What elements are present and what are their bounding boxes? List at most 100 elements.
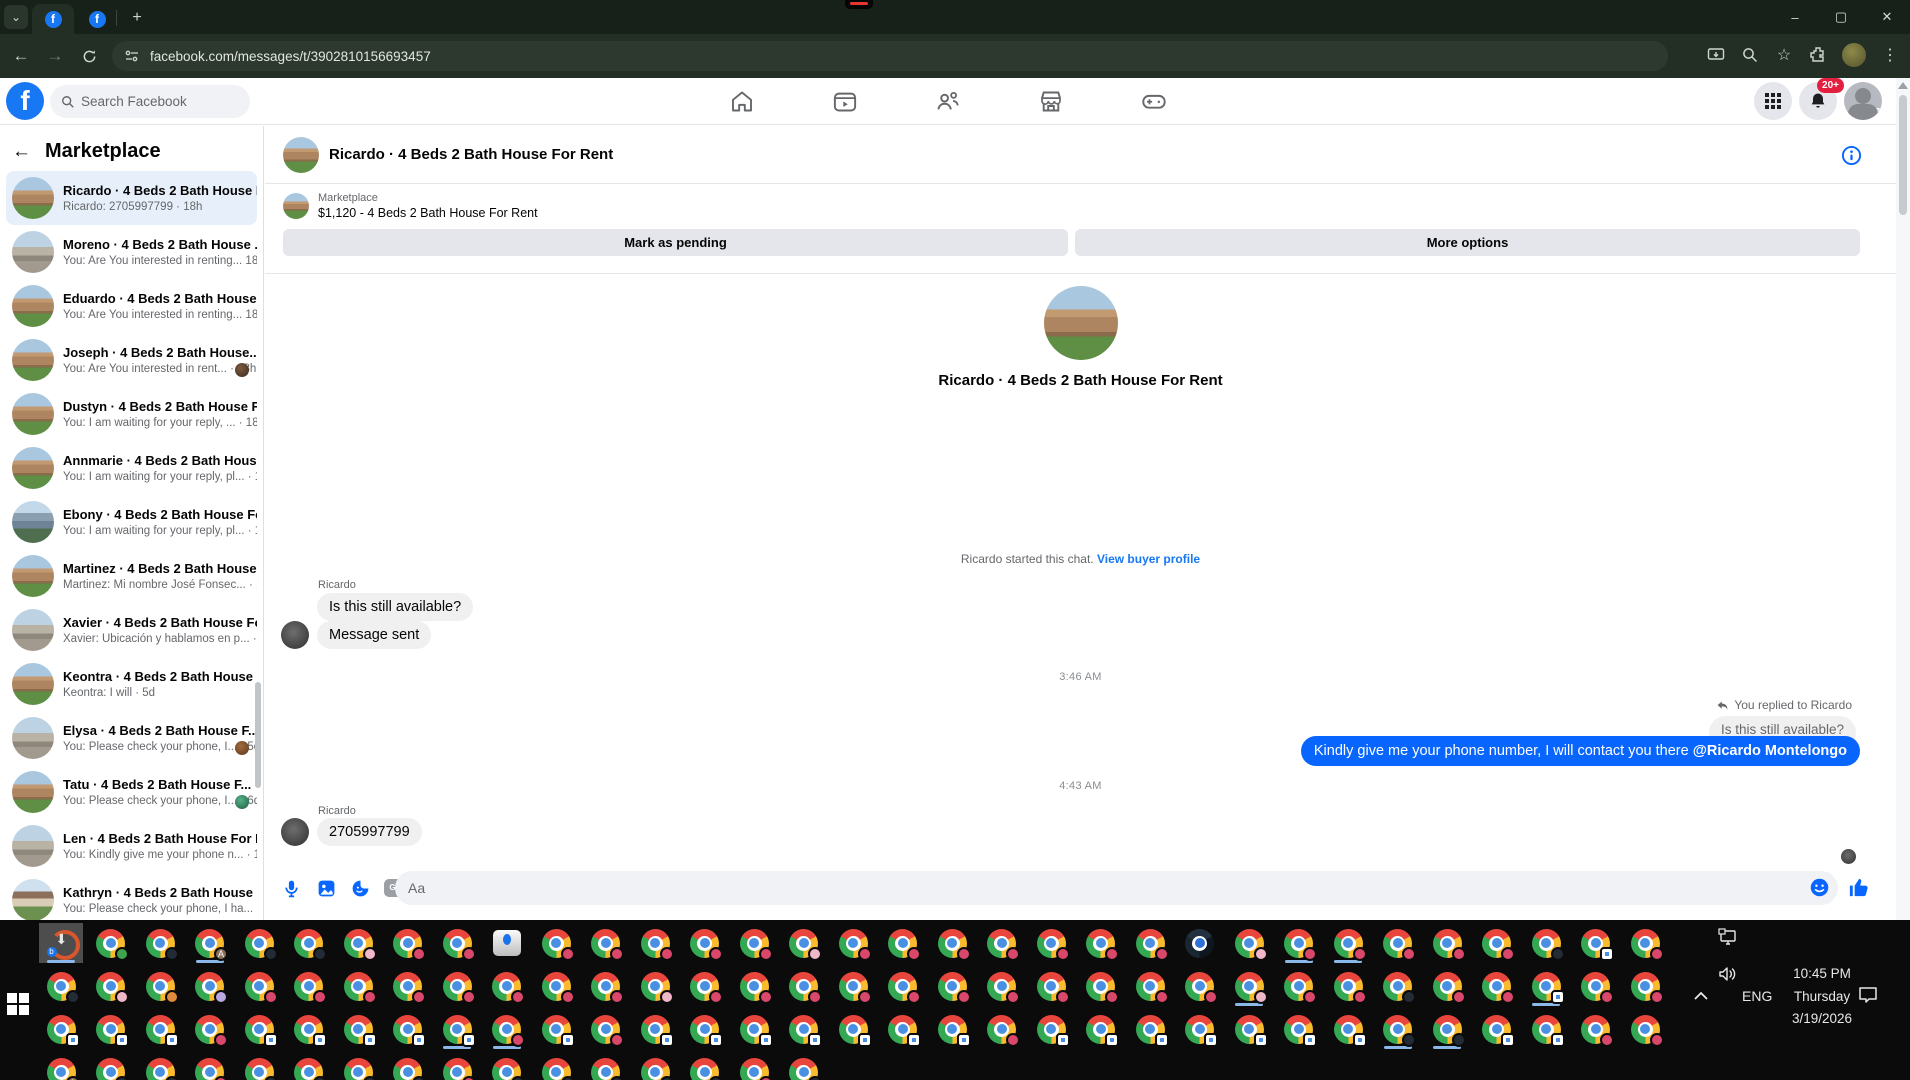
page-scrollbar[interactable]: [1896, 78, 1910, 920]
notifications-tray-icon[interactable]: [1858, 986, 1878, 1004]
taskbar-chrome-window[interactable]: [584, 923, 628, 963]
taskbar-chrome-window[interactable]: A: [188, 923, 232, 963]
sidebar-scrollbar[interactable]: [255, 682, 261, 788]
browser-menu-icon[interactable]: ⋮: [1880, 45, 1900, 65]
taskbar-chrome-window[interactable]: [435, 966, 479, 1006]
volume-icon[interactable]: [1718, 966, 1738, 982]
marketplace-listing-banner[interactable]: Marketplace $1,120 - 4 Beds 2 Bath House…: [283, 192, 538, 220]
taskbar-chrome-window[interactable]: [485, 1009, 529, 1049]
taskbar-chrome-window[interactable]: [1475, 923, 1519, 963]
message-bubble[interactable]: 2705997799: [317, 818, 422, 846]
attach-photo-icon[interactable]: [316, 878, 337, 899]
taskbar-chrome-window[interactable]: [1277, 923, 1321, 963]
message-input[interactable]: Aa: [395, 871, 1838, 905]
browser-tab-facebook[interactable]: f: [76, 4, 118, 34]
menu-grid-button[interactable]: [1754, 82, 1792, 120]
conversation-item[interactable]: Elysa · 4 Beds 2 Bath House F... You: Pl…: [6, 711, 257, 765]
taskbar-chrome-window[interactable]: [1475, 1009, 1519, 1049]
back-arrow-icon[interactable]: ←: [12, 141, 31, 163]
taskbar-chrome-window[interactable]: [534, 1052, 578, 1080]
taskbar-chrome-window[interactable]: [89, 1052, 133, 1080]
taskbar-chrome-window[interactable]: [287, 923, 331, 963]
taskbar-chrome-window[interactable]: [534, 1009, 578, 1049]
taskbar-chrome-window[interactable]: [782, 966, 826, 1006]
browser-tab-facebook-active[interactable]: f: [32, 4, 74, 34]
taskbar-chrome-window[interactable]: [287, 1009, 331, 1049]
tab-search-chevron-icon[interactable]: ⌄: [4, 5, 28, 29]
taskbar-chrome-window[interactable]: [188, 1052, 232, 1080]
taskbar-chrome-window[interactable]: [1029, 923, 1073, 963]
thumbs-up-icon[interactable]: [1847, 876, 1870, 899]
taskbar-chrome-window[interactable]: [39, 966, 83, 1006]
taskbar-chrome-window[interactable]: [89, 1009, 133, 1049]
voice-clip-icon[interactable]: [281, 878, 302, 899]
taskbar-chrome-window[interactable]: [732, 1052, 776, 1080]
network-display-icon[interactable]: [1718, 928, 1738, 946]
taskbar-chrome-window[interactable]: [1178, 923, 1222, 963]
search-facebook-input[interactable]: Search Facebook: [50, 85, 250, 118]
message-bubble[interactable]: Message sent: [317, 621, 432, 649]
taskbar-chrome-window[interactable]: [584, 966, 628, 1006]
taskbar-chrome-window[interactable]: [386, 923, 430, 963]
taskbar-chrome-window[interactable]: [782, 923, 826, 963]
new-tab-button[interactable]: +: [126, 7, 148, 29]
taskbar-chrome-window[interactable]: [1029, 966, 1073, 1006]
taskbar-chrome-window[interactable]: [237, 966, 281, 1006]
taskbar-chrome-window[interactable]: [1623, 923, 1667, 963]
mention-text[interactable]: @Ricardo Montelongo: [1693, 743, 1847, 759]
maximize-button[interactable]: ▢: [1818, 0, 1864, 34]
conversation-info-icon[interactable]: [1841, 145, 1862, 166]
chat-avatar[interactable]: [283, 136, 319, 173]
conversation-item[interactable]: Keontra · 4 Beds 2 Bath House ... Keontr…: [6, 657, 257, 711]
taskbar-chrome-window[interactable]: [1326, 966, 1370, 1006]
taskbar-chrome-window[interactable]: [1376, 966, 1420, 1006]
taskbar-chrome-window[interactable]: [732, 1009, 776, 1049]
taskbar-chrome-window[interactable]: [435, 1009, 479, 1049]
taskbar-chrome-window[interactable]: [534, 966, 578, 1006]
sent-message-bubble[interactable]: Kindly give me your phone number, I will…: [1300, 736, 1860, 766]
taskbar-chrome-window[interactable]: [980, 923, 1024, 963]
taskbar-chrome-window[interactable]: [930, 966, 974, 1006]
taskbar-chrome-window[interactable]: [237, 1052, 281, 1080]
close-button[interactable]: ✕: [1864, 0, 1910, 34]
conversation-item[interactable]: Martinez · 4 Beds 2 Bath House... Martin…: [6, 549, 257, 603]
taskbar-chrome-window[interactable]: [881, 1009, 925, 1049]
conversation-item[interactable]: Eduardo · 4 Beds 2 Bath House ... You: A…: [6, 279, 257, 333]
language-indicator[interactable]: ENG: [1742, 988, 1772, 1004]
extensions-icon[interactable]: [1808, 46, 1828, 64]
taskbar-chrome-window[interactable]: [435, 1052, 479, 1080]
home-tab-icon[interactable]: [729, 88, 756, 115]
conversation-item[interactable]: Kathryn · 4 Beds 2 Bath House ... You: P…: [6, 873, 257, 920]
taskbar-chrome-window[interactable]: [1574, 1009, 1618, 1049]
taskbar-chrome-window[interactable]: [881, 966, 925, 1006]
taskbar-chrome-window[interactable]: [386, 966, 430, 1006]
taskbar-chrome-window[interactable]: [1326, 1009, 1370, 1049]
tray-expand-chevron-icon[interactable]: [1693, 990, 1709, 1002]
taskbar-chrome-window[interactable]: [930, 1009, 974, 1049]
taskbar-chrome-window[interactable]: [386, 1052, 430, 1080]
taskbar-chrome-window[interactable]: [435, 923, 479, 963]
taskbar-chrome-window[interactable]: [1227, 923, 1271, 963]
taskbar-chrome-window[interactable]: [485, 966, 529, 1006]
taskbar-chrome-window[interactable]: [1128, 923, 1172, 963]
taskbar-app-active[interactable]: b: [39, 923, 83, 963]
taskbar-chrome-window[interactable]: [336, 1009, 380, 1049]
forward-button[interactable]: →: [42, 43, 68, 69]
taskbar-chrome-window[interactable]: [831, 1009, 875, 1049]
taskbar-app[interactable]: [485, 923, 529, 963]
taskbar-chrome-window[interactable]: [89, 966, 133, 1006]
conversation-item[interactable]: Tatu · 4 Beds 2 Bath House F... You: Ple…: [6, 765, 257, 819]
taskbar-chrome-window[interactable]: [980, 1009, 1024, 1049]
taskbar-chrome-window[interactable]: [1623, 1009, 1667, 1049]
taskbar-chrome-window[interactable]: [1128, 1009, 1172, 1049]
taskbar-chrome-window[interactable]: A: [39, 1052, 83, 1080]
taskbar-chrome-window[interactable]: [831, 923, 875, 963]
taskbar-chrome-window[interactable]: [1524, 923, 1568, 963]
conversation-item[interactable]: Ebony · 4 Beds 2 Bath House Fo... You: I…: [6, 495, 257, 549]
taskbar-chrome-window[interactable]: [1029, 1009, 1073, 1049]
sticker-icon[interactable]: [350, 878, 371, 899]
taskbar-chrome-window[interactable]: [386, 1009, 430, 1049]
taskbar-chrome-window[interactable]: [138, 1009, 182, 1049]
taskbar-chrome-window[interactable]: [1277, 1009, 1321, 1049]
taskbar-chrome-window[interactable]: [485, 1052, 529, 1080]
